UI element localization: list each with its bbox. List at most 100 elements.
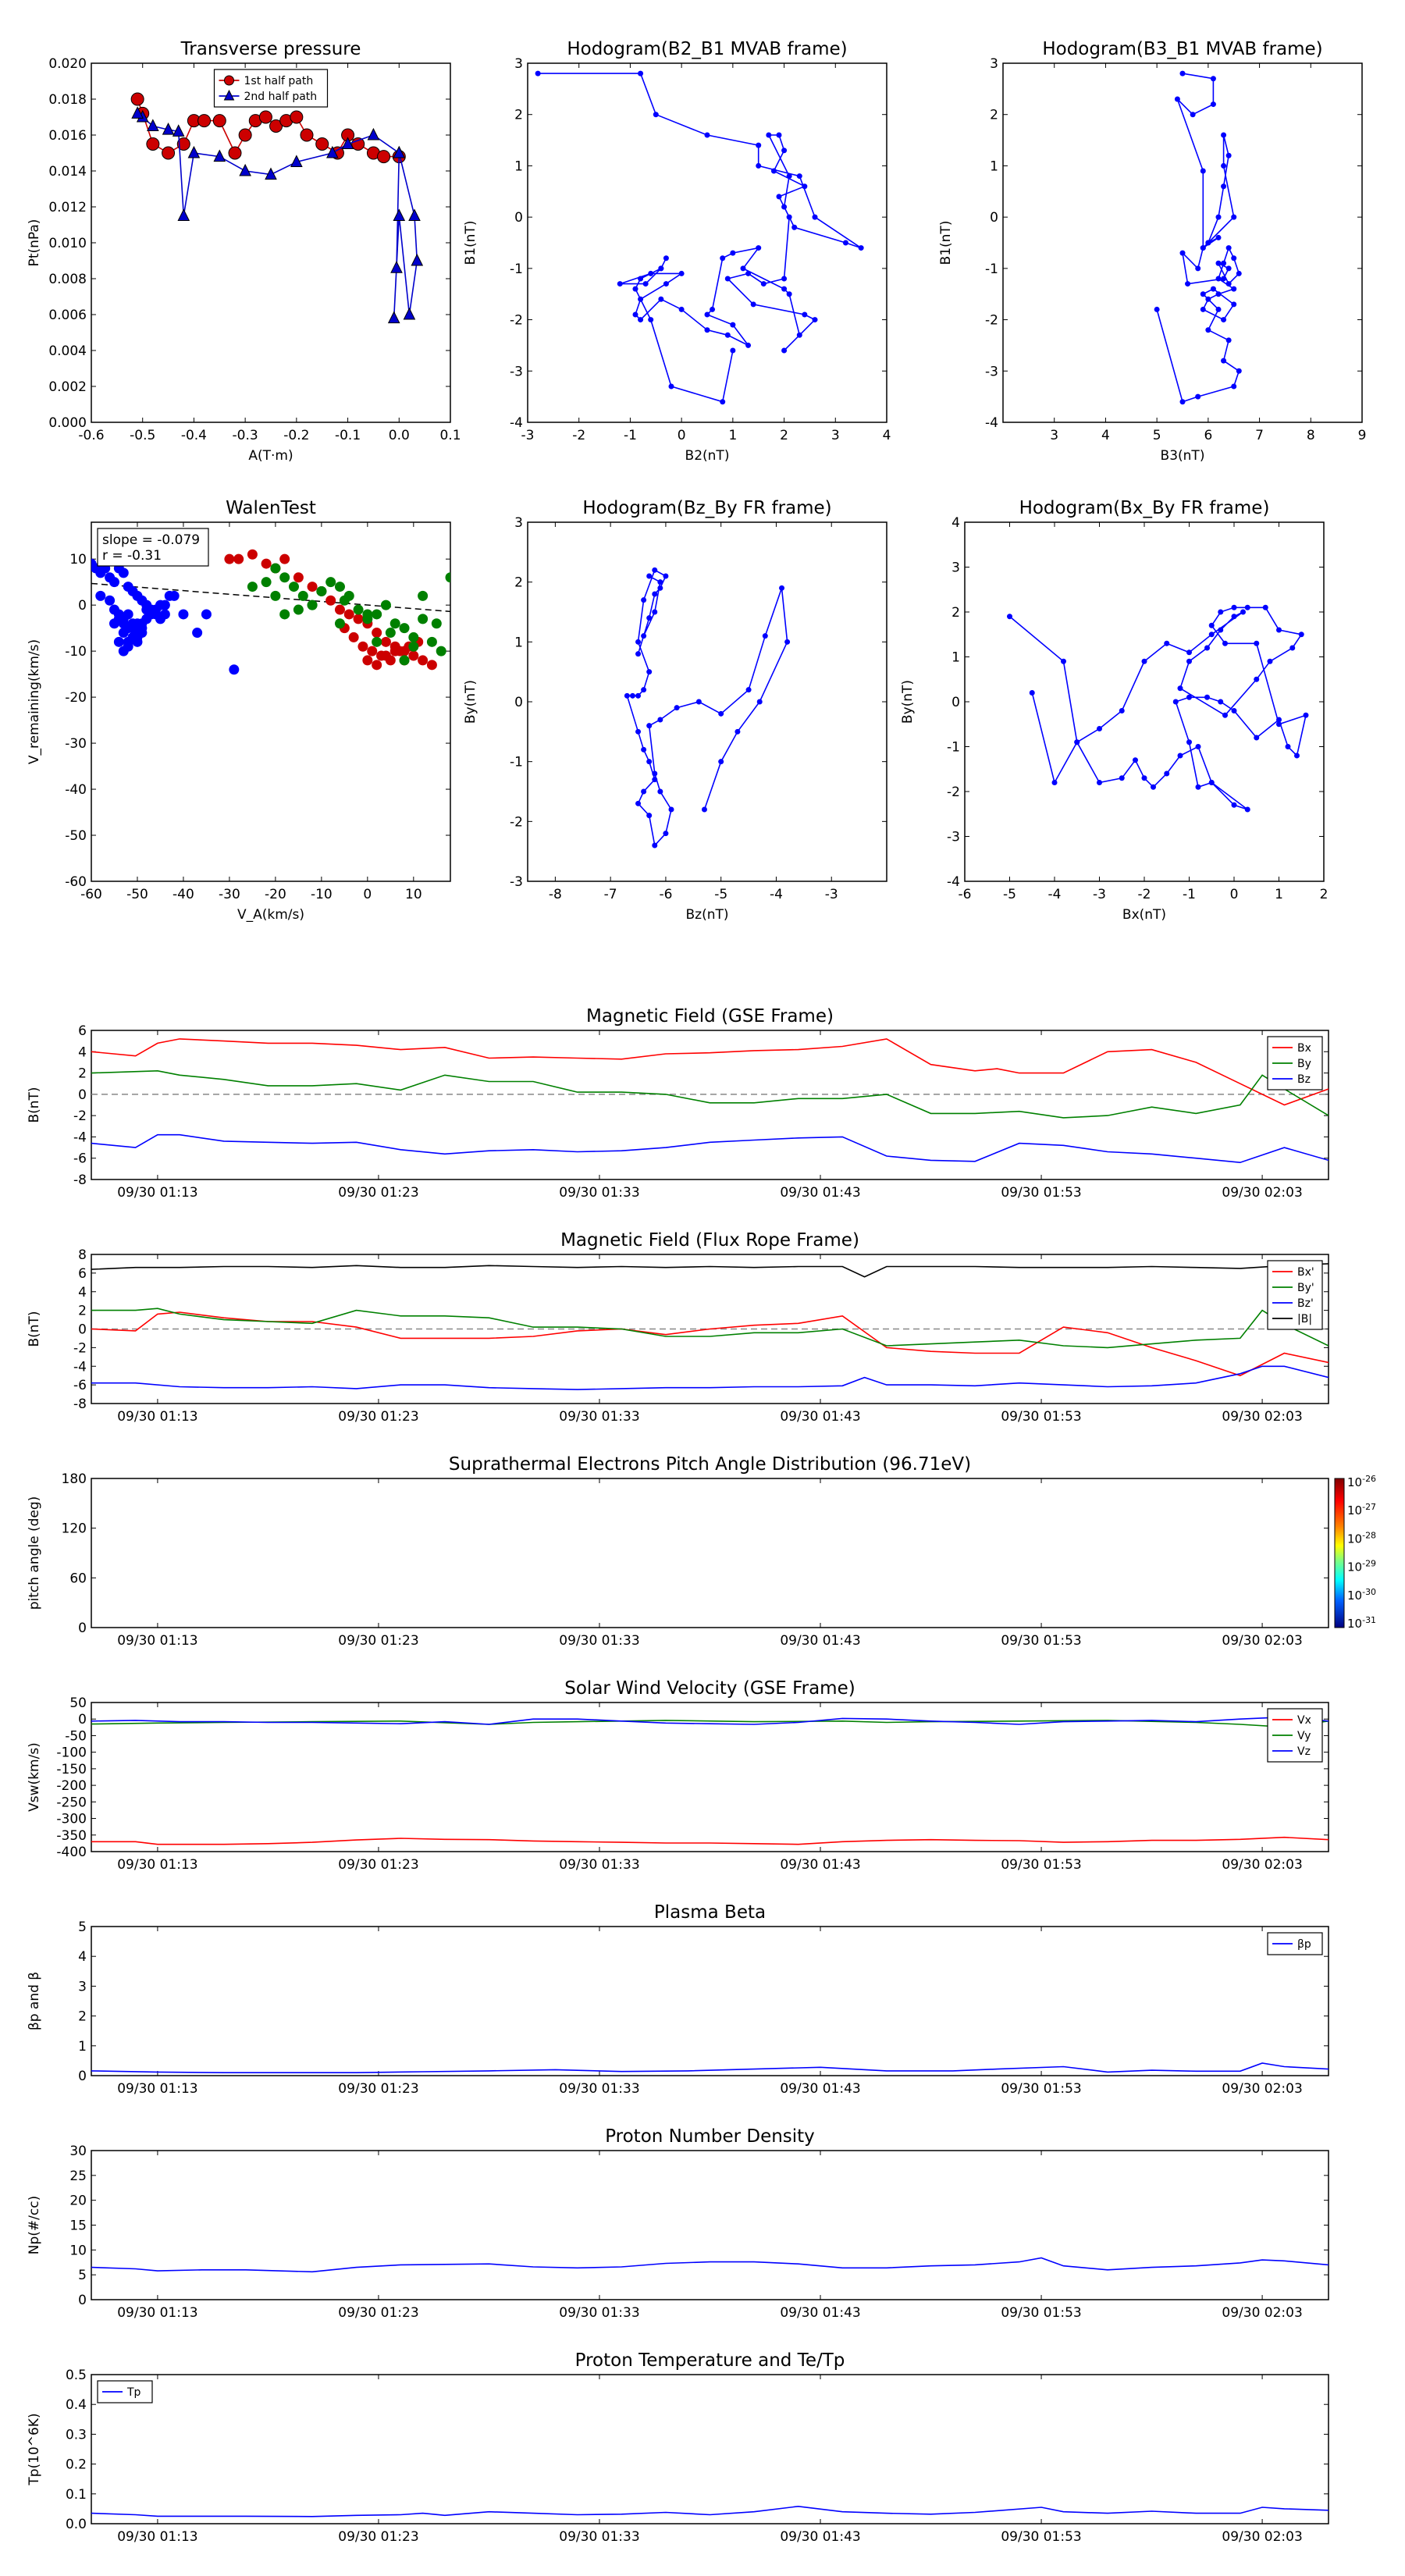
data-point [1205, 240, 1211, 246]
data-point [325, 595, 336, 606]
data-point [704, 132, 710, 138]
colorbar-label-exponent: -29 [1362, 1559, 1376, 1569]
plot-area [91, 1263, 1329, 1390]
data-point [695, 699, 702, 705]
data-point [1244, 806, 1250, 813]
plot-frame [527, 62, 887, 423]
data-point [132, 618, 143, 629]
data-point [1200, 306, 1206, 312]
data-point [745, 342, 752, 348]
y-tick-label: 0 [78, 598, 87, 614]
series-line-0 [626, 569, 788, 847]
y-tick-label: 60 [69, 1571, 87, 1586]
data-point [781, 276, 788, 282]
x-tick-label: -20 [265, 887, 286, 902]
colorbar-label-exponent: -31 [1362, 1615, 1376, 1625]
data-point [756, 245, 762, 251]
y-tick-label: 0 [78, 1322, 87, 1338]
data-point [1254, 735, 1260, 741]
x-tick-label: -30 [219, 887, 240, 902]
data-point [270, 563, 281, 574]
data-point [635, 800, 642, 806]
data-point [389, 646, 400, 656]
data-point [300, 128, 314, 142]
legend: 1st half path 2nd half path [213, 69, 329, 108]
x-tick-label: 09/30 01:13 [117, 2305, 197, 2321]
y-tick-label: -4 [73, 1130, 87, 1145]
x-tick-label: -8 [549, 887, 562, 902]
data-point [353, 614, 364, 624]
legend-label: Bx [1297, 1042, 1311, 1055]
data-point [1215, 260, 1222, 266]
data-point [118, 628, 129, 639]
data-point [724, 276, 731, 282]
series-line-|B| [91, 1263, 1329, 1278]
data-point [760, 281, 767, 287]
y-tick-label: -30 [65, 736, 87, 752]
chart-hodogram_b2_b1: Hodogram(B2_B1 MVAB frame)-3 -2 -1 0 1 2 3 4-4-… [463, 39, 891, 464]
data-point [776, 194, 782, 200]
data-point [762, 633, 768, 639]
y-tick-label: -4 [985, 415, 998, 431]
y-tick-label: 8 [78, 1247, 87, 1263]
data-point [1218, 609, 1224, 615]
data-point [1254, 640, 1260, 646]
data-point [1119, 708, 1125, 713]
data-point [1221, 183, 1227, 190]
data-point [431, 618, 442, 629]
legend-label: Bz [1297, 1073, 1311, 1086]
data-point [334, 604, 345, 615]
data-point [812, 317, 818, 323]
data-point [1215, 214, 1222, 220]
data-point [108, 577, 119, 588]
y-tick-label: -2 [73, 1340, 87, 1356]
x-tick-label: -5 [714, 887, 727, 902]
data-point [781, 148, 788, 154]
data-point [1254, 676, 1260, 682]
data-point [1221, 358, 1227, 364]
y-tick-label: 1 [78, 2039, 87, 2055]
data-point [638, 276, 644, 282]
figure: Transverse pressure-0.6 -0.5 -0.4 -0.3 -0.2-… [27, 39, 1376, 2545]
x-tick-label: 8 [1307, 428, 1315, 443]
chart-title: Magnetic Field (Flux Rope Frame) [560, 1230, 859, 1251]
data-point [1231, 255, 1237, 262]
y-tick-label: 30 [69, 2144, 87, 2159]
y-tick-label: 6 [78, 1266, 87, 1282]
data-point [1204, 645, 1210, 651]
y-tick-label: -10 [65, 644, 87, 660]
y-tick-label: -3 [985, 364, 998, 379]
plot-frame [91, 1926, 1329, 2076]
data-point [720, 399, 726, 405]
x-tick-label: 09/30 02:03 [1222, 1185, 1302, 1201]
plot-area [91, 2505, 1329, 2517]
data-point [1061, 658, 1066, 664]
legend-marker [224, 75, 234, 86]
data-point [1303, 712, 1309, 718]
y-axis-label: By(nT) [900, 680, 916, 724]
data-point [201, 609, 212, 620]
x-tick-label: 09/30 02:03 [1222, 1857, 1302, 1873]
data-point [1177, 685, 1183, 692]
data-point [658, 265, 664, 272]
chart-title: Hodogram(B3_B1 MVAB frame) [1042, 39, 1322, 59]
y-tick-label: -2 [947, 785, 960, 800]
y-tick-label: -8 [73, 1397, 87, 1412]
y-tick-label: -6 [73, 1151, 87, 1167]
data-point [187, 145, 201, 158]
data-point [1231, 614, 1237, 620]
data-point [735, 728, 741, 735]
data-point [779, 585, 785, 591]
data-point [339, 595, 350, 606]
data-point [1215, 306, 1222, 312]
data-point [1141, 658, 1147, 664]
x-tick-label: 10 [405, 887, 422, 902]
data-point [1133, 757, 1138, 763]
x-tick-label: 3 [1050, 428, 1058, 443]
y-tick-label: -2 [985, 313, 998, 329]
chart-title: WalenTest [226, 498, 316, 518]
data-point [418, 655, 429, 666]
x-tick-label: 09/30 01:33 [559, 1409, 639, 1425]
data-point [1215, 276, 1222, 282]
y-tick-label: 0 [78, 1712, 87, 1727]
